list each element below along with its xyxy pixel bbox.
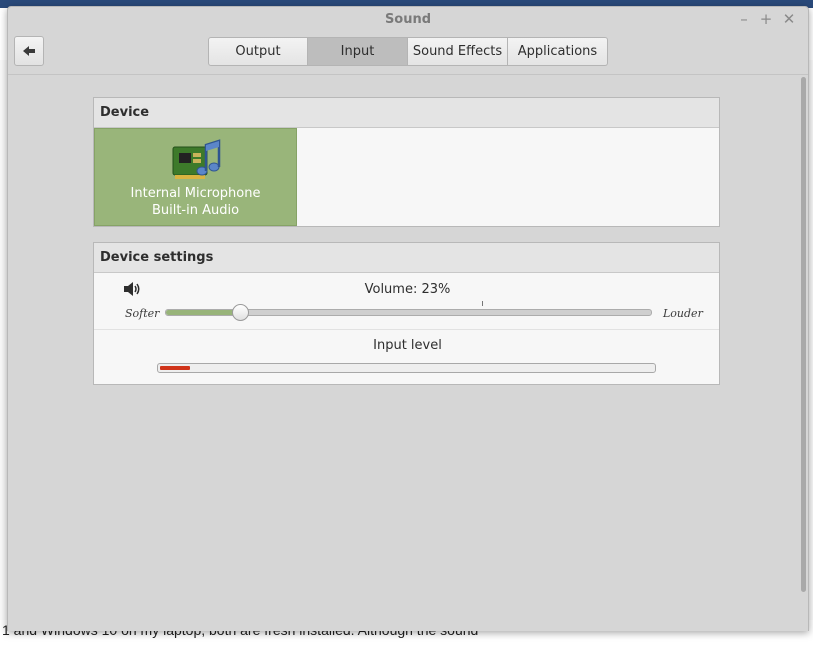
volume-slider[interactable]	[165, 304, 652, 321]
device-settings-header: Device settings	[94, 243, 719, 273]
device-tile-internal-microphone[interactable]: Internal Microphone Built-in Audio	[94, 128, 297, 226]
maximize-button[interactable]: +	[757, 10, 775, 28]
volume-100-marker	[482, 301, 483, 306]
tab-bar: Output Input Sound Effects Applications	[208, 37, 608, 66]
tab-input[interactable]: Input	[308, 37, 408, 66]
device-name: Internal Microphone	[130, 186, 261, 201]
minimize-button[interactable]: –	[735, 10, 753, 28]
device-section: Device Internal Microphone Built-in Audi…	[93, 97, 720, 227]
input-level-bar	[157, 363, 656, 373]
volume-label: Volume: 23%	[364, 282, 451, 297]
softer-label: Softer	[125, 307, 160, 320]
window-title: Sound	[384, 12, 432, 27]
content-area: Device Internal Microphone Built-in Audi…	[8, 74, 808, 631]
device-settings-section: Device settings Volume: 23% Softer Loude…	[93, 242, 720, 385]
volume-slider-knob[interactable]	[232, 304, 249, 321]
input-level-fill	[160, 366, 190, 370]
close-button[interactable]: ✕	[780, 10, 798, 28]
scrollbar[interactable]	[801, 77, 806, 592]
tab-applications[interactable]: Applications	[508, 37, 608, 66]
tab-output[interactable]: Output	[208, 37, 308, 66]
sound-card-music-icon	[172, 139, 221, 179]
device-header: Device	[94, 98, 719, 128]
back-arrow-icon	[23, 46, 35, 56]
input-level-label: Input level	[373, 338, 442, 353]
back-button[interactable]	[14, 36, 44, 66]
louder-label: Louder	[663, 307, 703, 320]
volume-slider-fill	[166, 310, 240, 315]
title-bar[interactable]: Sound – + ✕	[8, 7, 808, 31]
device-description: Built-in Audio	[151, 203, 240, 218]
tab-sound-effects[interactable]: Sound Effects	[408, 37, 508, 66]
settings-divider	[94, 329, 719, 330]
sound-window: Sound – + ✕ Output Input Sound Effects A…	[7, 6, 809, 631]
